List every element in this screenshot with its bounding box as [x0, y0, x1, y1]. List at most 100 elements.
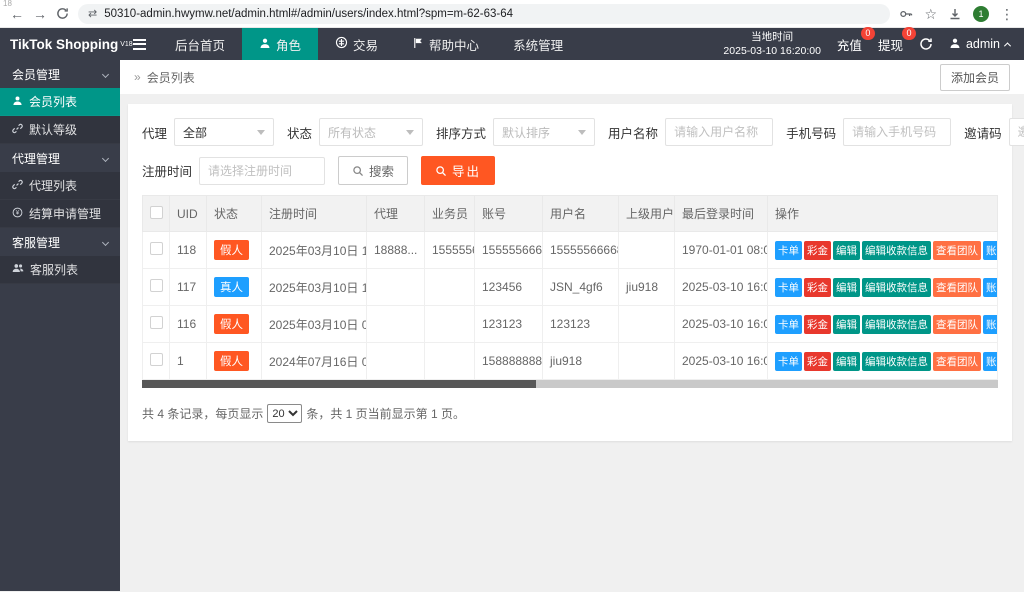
cell-reg-time: 2025年03月10日 16:08:05 — [262, 269, 367, 306]
nav-item-roles[interactable]: 角色 — [242, 28, 318, 60]
back-icon[interactable]: ← — [10, 7, 24, 21]
dropdown-arrow-icon — [578, 130, 586, 135]
browser-chrome: 18 ← → ⇄ 50310-admin.hwymw.net/admin.htm… — [0, 0, 1024, 28]
row-checkbox[interactable] — [150, 353, 163, 366]
menu-toggle-icon[interactable] — [120, 28, 158, 60]
sidebar-group-agents[interactable]: 代理管理 — [0, 144, 120, 172]
export-button[interactable]: 导出 — [421, 156, 495, 185]
action-card-order-button[interactable]: 卡单 — [775, 278, 802, 297]
url-bar[interactable]: ⇄ 50310-admin.hwymw.net/admin.html#/admi… — [78, 4, 890, 24]
forward-icon[interactable]: → — [33, 7, 47, 21]
browser-menu-icon[interactable]: ⋮ — [1000, 7, 1014, 21]
col-actions: 操作 — [768, 196, 998, 232]
action-edit-button[interactable]: 编辑 — [833, 278, 860, 297]
phone-filter-label: 手机号码 — [786, 123, 836, 142]
sidebar-item-support-list[interactable]: 客服列表 — [0, 256, 120, 284]
action-edit-payment-button[interactable]: 编辑收款信息 — [862, 241, 931, 260]
action-view-team-button[interactable]: 查看团队 — [933, 241, 981, 260]
admin-user-menu[interactable]: admin — [949, 37, 1010, 52]
action-balance-change-button[interactable]: 账变 — [983, 352, 998, 371]
action-card-order-button[interactable]: 卡单 — [775, 241, 802, 260]
link-icon — [12, 123, 23, 137]
withdraw-button[interactable]: 提现 0 — [878, 35, 903, 54]
action-bonus-button[interactable]: 彩金 — [804, 278, 831, 297]
row-checkbox[interactable] — [150, 242, 163, 255]
cell-account: 15555566668 — [475, 232, 543, 269]
person-icon — [12, 95, 23, 109]
sidebar: 会员管理 会员列表 默认等级 代理管理 代理列表 ¥ 结算 — [0, 60, 120, 591]
horizontal-scrollbar[interactable] — [142, 380, 998, 388]
action-view-team-button[interactable]: 查看团队 — [933, 315, 981, 334]
select-all-checkbox[interactable] — [150, 206, 163, 219]
action-edit-payment-button[interactable]: 编辑收款信息 — [862, 315, 931, 334]
action-card-order-button[interactable]: 卡单 — [775, 352, 802, 371]
password-key-icon[interactable] — [899, 7, 913, 21]
add-member-button[interactable]: 添加会员 — [940, 64, 1010, 91]
action-bonus-button[interactable]: 彩金 — [804, 315, 831, 334]
scrollbar-thumb[interactable] — [142, 380, 536, 388]
action-edit-button[interactable]: 编辑 — [833, 241, 860, 260]
chevron-down-icon — [102, 70, 109, 77]
cell-account: 15888888888 — [475, 343, 543, 380]
download-icon[interactable] — [948, 7, 962, 21]
invite-code-input[interactable] — [1009, 118, 1024, 146]
action-view-team-button[interactable]: 查看团队 — [933, 352, 981, 371]
row-checkbox[interactable] — [150, 279, 163, 292]
action-view-team-button[interactable]: 查看团队 — [933, 278, 981, 297]
cell-last-login: 2025-03-10 16:03:57 — [675, 343, 768, 380]
withdraw-badge: 0 — [902, 27, 916, 40]
action-card-order-button[interactable]: 卡单 — [775, 315, 802, 334]
nav-item-dashboard[interactable]: 后台首页 — [158, 28, 242, 60]
refresh-icon[interactable] — [919, 37, 933, 51]
search-button[interactable]: 搜索 — [338, 156, 408, 185]
local-time-value: 2025-03-10 16:20:00 — [723, 44, 821, 58]
sidebar-item-agent-list[interactable]: 代理列表 — [0, 172, 120, 200]
regtime-input[interactable] — [199, 157, 325, 185]
page-size-select[interactable]: 20 — [267, 404, 302, 423]
sidebar-item-default-level[interactable]: 默认等级 — [0, 116, 120, 144]
status-badge: 假人 — [214, 240, 249, 260]
phone-input[interactable] — [843, 118, 951, 146]
recharge-button[interactable]: 充值 0 — [837, 35, 862, 54]
person-icon — [259, 37, 271, 52]
action-bonus-button[interactable]: 彩金 — [804, 352, 831, 371]
agent-select[interactable]: 全部 — [174, 118, 274, 146]
nav-item-transactions[interactable]: 交易 — [318, 28, 395, 60]
status-badge: 假人 — [214, 351, 249, 371]
pagination: 共 4 条记录，每页显示 20 条，共 1 页当前显示第 1 页。 — [142, 404, 998, 423]
nav-item-help-center[interactable]: 帮助中心 — [395, 28, 496, 60]
cell-last-login: 2025-03-10 16:08:21 — [675, 269, 768, 306]
recharge-badge: 0 — [861, 27, 875, 40]
search-icon — [352, 165, 364, 177]
action-balance-change-button[interactable]: 账变 — [983, 315, 998, 334]
col-last-login: 最后登录时间 — [675, 196, 768, 232]
row-checkbox[interactable] — [150, 316, 163, 329]
breadcrumb-symbol: » — [134, 70, 141, 84]
cell-parent — [619, 343, 675, 380]
status-select[interactable]: 所有状态 — [319, 118, 423, 146]
action-balance-change-button[interactable]: 账变 — [983, 278, 998, 297]
profile-avatar[interactable]: 1 — [973, 6, 989, 22]
action-edit-button[interactable]: 编辑 — [833, 352, 860, 371]
app-header: TikTok ShoppingV18 后台首页 角色 交易 帮助中心 系统管理 — [0, 28, 1024, 60]
sidebar-group-support[interactable]: 客服管理 — [0, 228, 120, 256]
transaction-icon — [335, 36, 348, 52]
action-bonus-button[interactable]: 彩金 — [804, 241, 831, 260]
reload-icon[interactable] — [56, 7, 69, 20]
sidebar-item-settlement-requests[interactable]: ¥ 结算申请管理 — [0, 200, 120, 228]
bookmark-star-icon[interactable]: ☆ — [924, 7, 937, 21]
nav-item-system[interactable]: 系统管理 — [496, 28, 580, 60]
action-balance-change-button[interactable]: 账变 — [983, 241, 998, 260]
sidebar-group-members[interactable]: 会员管理 — [0, 60, 120, 88]
pagination-suffix: 条，共 1 页当前显示第 1 页。 — [306, 405, 465, 422]
sort-select[interactable]: 默认排序 — [493, 118, 595, 146]
action-edit-payment-button[interactable]: 编辑收款信息 — [862, 278, 931, 297]
dropdown-arrow-icon — [257, 130, 265, 135]
sidebar-item-member-list[interactable]: 会员列表 — [0, 88, 120, 116]
username-input[interactable] — [665, 118, 773, 146]
cell-agent: 18888... — [367, 232, 425, 269]
site-settings-icon[interactable]: ⇄ — [88, 7, 97, 20]
action-edit-payment-button[interactable]: 编辑收款信息 — [862, 352, 931, 371]
action-edit-button[interactable]: 编辑 — [833, 315, 860, 334]
cell-parent — [619, 306, 675, 343]
